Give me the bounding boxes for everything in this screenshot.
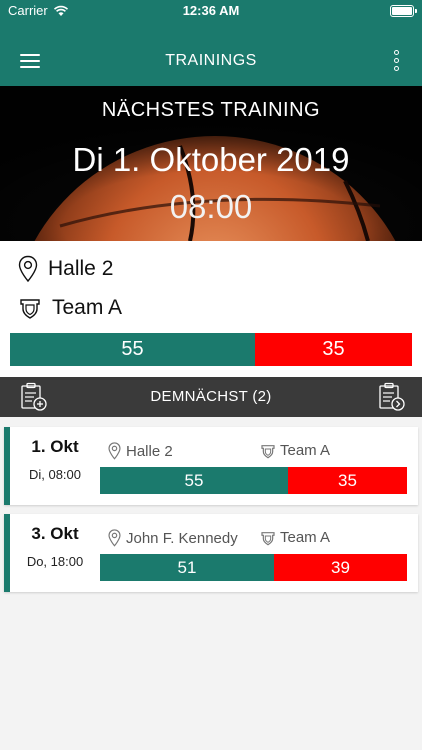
card-attendance-no: 39 xyxy=(274,554,407,581)
card-team-label: Team A xyxy=(280,529,331,546)
card-attendance-yes: 51 xyxy=(100,554,274,581)
card-attendance-bar: 55 35 xyxy=(100,467,407,494)
hero-date: Di 1. Oktober 2019 xyxy=(72,141,350,178)
card-location-label: Halle 2 xyxy=(126,442,173,460)
card-weekday-time: Do, 18:00 xyxy=(26,554,84,569)
shield-icon xyxy=(261,444,275,458)
card-day: 1. Okt xyxy=(31,437,79,456)
card-day: 3. Okt xyxy=(31,524,79,543)
card-team: Team A xyxy=(260,529,330,546)
next-training-location: Halle 2 xyxy=(18,255,113,283)
map-pin-icon xyxy=(108,442,121,460)
attendance-bar: 55 35 xyxy=(10,333,412,366)
card-attendance-bar: 51 39 xyxy=(100,554,407,581)
training-card[interactable]: 3. Okt Do, 18:00 John F. Kennedy Team A … xyxy=(4,514,418,592)
nav-bar: TRAININGS xyxy=(0,22,422,86)
attendance-no: 35 xyxy=(255,333,412,366)
next-training-hero[interactable]: NÄCHSTES TRAINING Di 1. Oktober 2019 08:… xyxy=(0,86,422,241)
battery-icon xyxy=(390,5,417,17)
card-weekday-time: Di, 08:00 xyxy=(28,467,82,482)
map-pin-icon xyxy=(108,529,121,547)
clipboard-arrow-icon[interactable] xyxy=(378,382,406,412)
team-label: Team A xyxy=(52,296,123,319)
card-team-label: Team A xyxy=(280,442,331,459)
card-attendance-yes: 55 xyxy=(100,467,288,494)
shield-icon xyxy=(261,531,275,545)
training-card[interactable]: 1. Okt Di, 08:00 Halle 2 Team A 55 35 xyxy=(4,427,418,505)
page-title: TRAININGS xyxy=(165,52,257,69)
shield-icon xyxy=(20,299,40,319)
upcoming-title: DEMNÄCHST (2) xyxy=(150,388,272,405)
card-attendance-no: 35 xyxy=(288,467,407,494)
upcoming-header: DEMNÄCHST (2) xyxy=(0,377,422,417)
card-location-label: John F. Kennedy xyxy=(126,529,238,547)
hero-label: NÄCHSTES TRAINING xyxy=(101,99,321,121)
location-label: Halle 2 xyxy=(48,257,114,280)
status-bar: Carrier 12:36 AM xyxy=(0,0,422,22)
card-team: Team A xyxy=(260,442,330,459)
attendance-yes: 55 xyxy=(10,333,255,366)
more-vertical-icon[interactable] xyxy=(394,50,400,72)
clock: 12:36 AM xyxy=(182,3,240,18)
next-training-team: Team A xyxy=(18,296,122,320)
hero-time: 08:00 xyxy=(169,188,253,225)
card-location: Halle 2 xyxy=(108,442,173,460)
card-location: John F. Kennedy xyxy=(108,529,238,547)
map-pin-icon xyxy=(18,255,38,283)
